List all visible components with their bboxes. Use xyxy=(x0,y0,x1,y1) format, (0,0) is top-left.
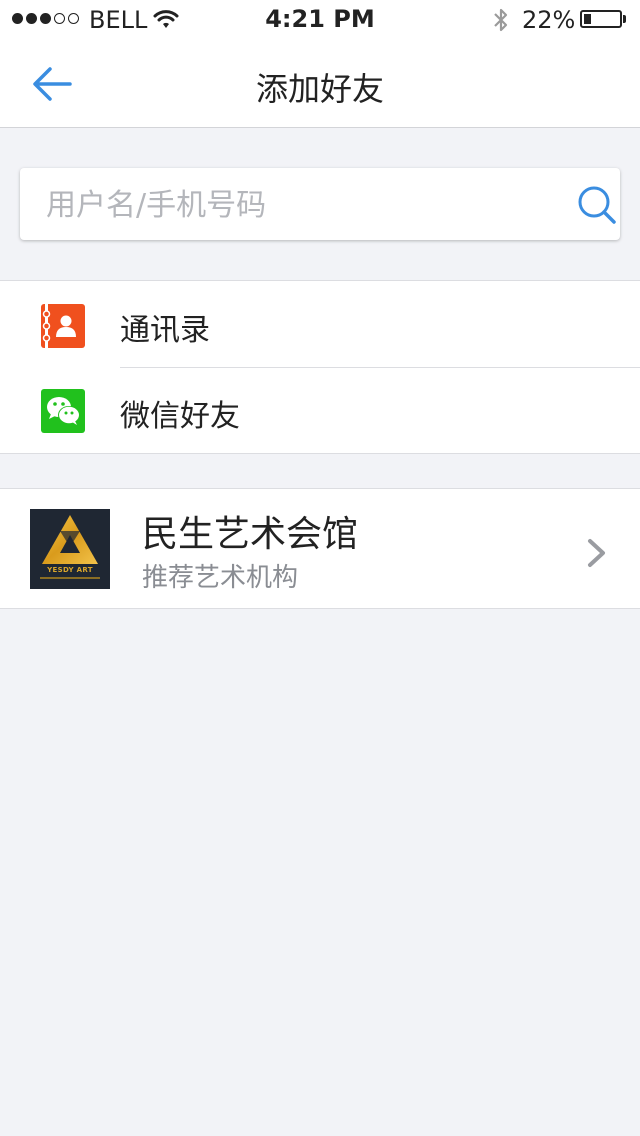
org-name: 民生艺术会馆 xyxy=(142,514,359,555)
org-logo-underline xyxy=(40,577,100,579)
battery-tip xyxy=(623,15,626,23)
battery-percent: 22% xyxy=(522,6,576,34)
battery-icon xyxy=(580,10,622,28)
status-bar: BELL 4:21 PM 22% xyxy=(0,0,640,40)
org-subtitle: 推荐艺术机构 xyxy=(142,563,299,593)
search-box[interactable] xyxy=(20,168,620,242)
list-item-label: 微信好友 xyxy=(120,399,240,434)
friend-source-list: 通讯录 微信好友 xyxy=(0,280,640,454)
org-logo: YESDY ART xyxy=(30,509,110,589)
nav-bar: 添加好友 xyxy=(0,40,640,128)
list-item-label: 通讯录 xyxy=(120,313,210,348)
wechat-icon xyxy=(41,389,85,433)
search-icon[interactable] xyxy=(576,184,618,226)
search-input[interactable] xyxy=(44,168,548,242)
org-logo-text: YESDY ART xyxy=(47,566,93,574)
list-item-contacts[interactable]: 通讯录 xyxy=(0,281,640,368)
list-item-wechat-friends[interactable]: 微信好友 xyxy=(0,367,640,453)
contacts-icon xyxy=(41,304,85,348)
chevron-right-icon xyxy=(588,539,605,567)
page-title: 添加好友 xyxy=(255,70,384,108)
recommended-org-item[interactable]: YESDY ART 民生艺术会馆 推荐艺术机构 xyxy=(0,488,640,609)
battery-fill xyxy=(584,14,591,24)
bluetooth-icon xyxy=(494,8,508,32)
